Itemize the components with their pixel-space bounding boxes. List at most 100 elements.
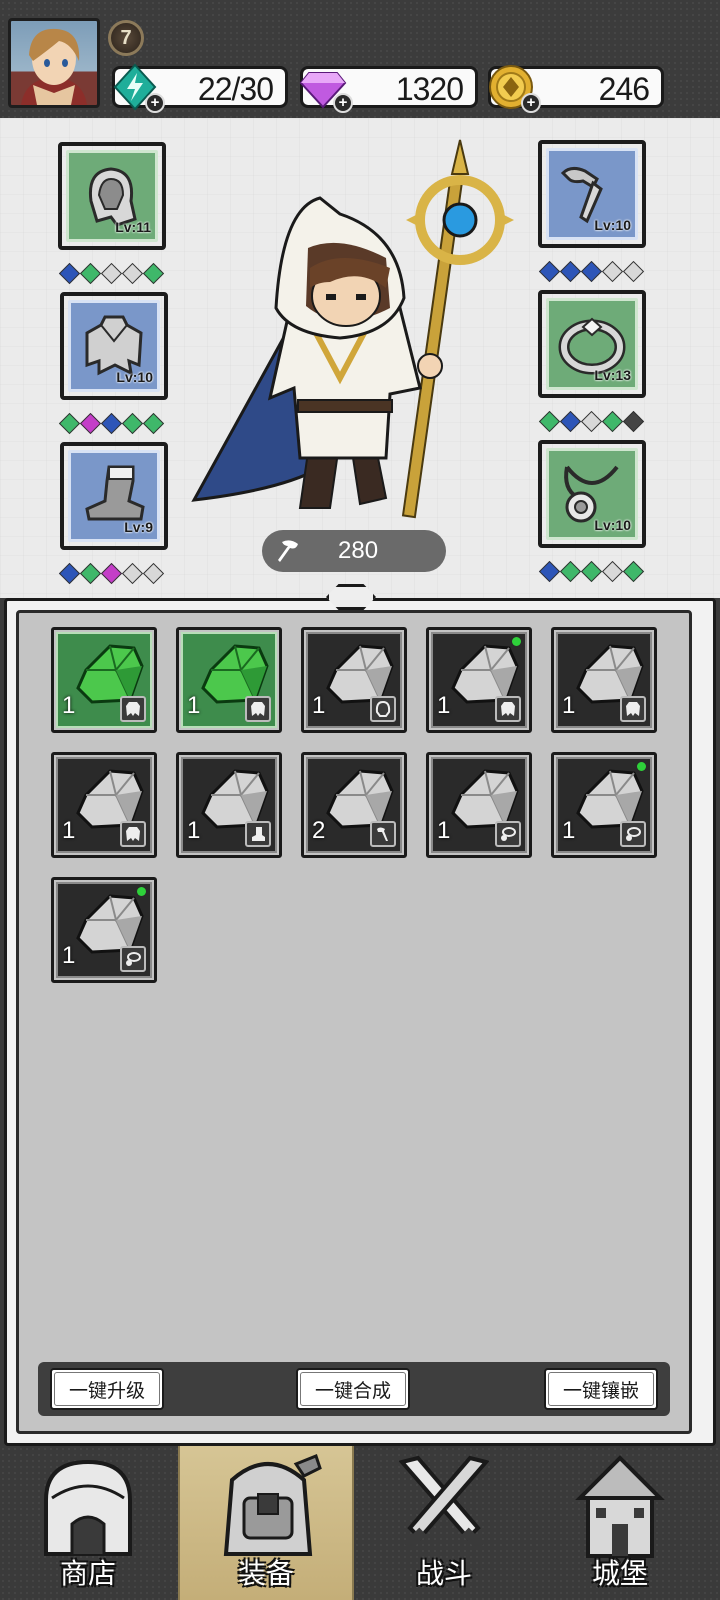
inventory-item[interactable]: 1 [551, 752, 657, 858]
energy-counter[interactable]: + 22/30 [112, 63, 288, 113]
item-count: 2 [312, 817, 326, 844]
tab-battle-label: 战斗 [415, 1557, 472, 1590]
gem-socket [58, 262, 81, 285]
hood-gem-sockets [58, 262, 165, 285]
cape-icon [245, 696, 271, 722]
inventory-item[interactable]: 1 [551, 627, 657, 733]
necklace-level: Lv:10 [594, 517, 631, 533]
item-count: 1 [562, 692, 576, 719]
gem-socket [79, 412, 102, 435]
boots-level: Lv:9 [124, 519, 153, 535]
new-item-indicator [637, 762, 646, 771]
cape-icon [620, 696, 646, 722]
necklace-icon [495, 821, 521, 847]
backpack-icon [223, 1454, 322, 1556]
cape-icon [120, 821, 146, 847]
item-count: 1 [187, 692, 201, 719]
inventory-item[interactable]: 1 [426, 752, 532, 858]
necklace-slot[interactable]: Lv:10 [538, 440, 646, 548]
cape-slot[interactable]: Lv:10 [60, 292, 168, 400]
item-count: 1 [62, 817, 76, 844]
necklace-icon [620, 821, 646, 847]
item-count: 1 [437, 692, 451, 719]
inventory-item[interactable]: 1 [426, 627, 532, 733]
item-count: 1 [62, 692, 76, 719]
cape-level: Lv:10 [116, 369, 153, 385]
gold-add-button[interactable]: + [521, 93, 541, 113]
inventory-item[interactable]: 1 [176, 627, 282, 733]
gem-socket [559, 410, 582, 433]
gem-socket [601, 560, 624, 583]
gem-socket [580, 560, 603, 583]
boots-gem-sockets [58, 562, 165, 585]
gem-socket [142, 262, 165, 285]
gem-socket [538, 410, 561, 433]
energy-value: 22/30 [197, 71, 274, 107]
gem-socket [622, 410, 645, 433]
gem-socket [121, 412, 144, 435]
inventory-item[interactable]: 2 [301, 752, 407, 858]
ring-slot[interactable]: Lv:13 [538, 290, 646, 398]
ring-level: Lv:13 [594, 367, 631, 383]
crossed-swords-icon [398, 1455, 490, 1551]
cape-icon [495, 696, 521, 722]
inventory-grid: 1 1 1 1 1 1 1 2 1 1 1 [16, 610, 692, 1434]
inventory-item[interactable]: 1 [176, 752, 282, 858]
tab-battle[interactable]: 战斗 [356, 1446, 532, 1600]
player-avatar[interactable] [8, 18, 100, 108]
tab-shop[interactable]: 商店 [0, 1446, 176, 1600]
staff-level: Lv:10 [594, 217, 631, 233]
gem-socket [601, 410, 624, 433]
gem-socket [622, 560, 645, 583]
gem-socket [601, 260, 624, 283]
gem-socket [79, 562, 102, 585]
tab-castle[interactable]: 城堡 [532, 1446, 708, 1600]
staff-slot[interactable]: Lv:10 [538, 140, 646, 248]
gem-socket [580, 410, 603, 433]
tab-equipment[interactable]: 装备 [178, 1446, 354, 1600]
gem-socket [79, 262, 102, 285]
gem-value: 1320 [395, 71, 464, 107]
hood-icon [370, 696, 396, 722]
tab-equipment-label: 装备 [237, 1557, 294, 1590]
gem-add-button[interactable]: + [333, 93, 353, 113]
cape-icon [120, 696, 146, 722]
gem-socket [100, 412, 123, 435]
attack-power-icon [278, 540, 298, 562]
item-count: 1 [437, 817, 451, 844]
cape-gem-sockets [58, 412, 165, 435]
gem-socket [100, 562, 123, 585]
gem-counter[interactable]: + 1320 [299, 66, 478, 113]
inventory-item[interactable]: 1 [301, 627, 407, 733]
player-level-badge: 7 [108, 20, 144, 56]
gold-counter[interactable]: + 246 [488, 65, 664, 113]
hero-equipment-panel: Lv:11 Lv:10 Lv:9 Lv:10 Lv:13 Lv:10 280 [0, 118, 720, 598]
socket-all-button[interactable]: 一键镶嵌 [544, 1368, 658, 1410]
tab-shop-label: 商店 [59, 1557, 116, 1590]
gem-socket [559, 260, 582, 283]
merge-all-button[interactable]: 一键合成 [296, 1368, 410, 1410]
gem-socket [559, 560, 582, 583]
gem-socket [121, 562, 144, 585]
gem-socket [538, 260, 561, 283]
gem-socket [142, 562, 165, 585]
item-count: 1 [562, 817, 576, 844]
upgrade-all-button[interactable]: 一键升级 [50, 1368, 164, 1410]
wizard-character-illustration [191, 139, 514, 519]
item-count: 1 [187, 817, 201, 844]
staff-icon [370, 821, 396, 847]
inventory-item[interactable]: 1 [51, 752, 157, 858]
energy-add-button[interactable]: + [145, 93, 165, 113]
inventory-item[interactable]: 1 [51, 877, 157, 983]
gem-socket [100, 262, 123, 285]
top-bar: 7 + 22/30 + 1320 + 246 [0, 0, 720, 118]
inventory-item[interactable]: 1 [51, 627, 157, 733]
gem-socket [580, 260, 603, 283]
new-item-indicator [137, 887, 146, 896]
boots-slot[interactable]: Lv:9 [60, 442, 168, 550]
gem-socket [58, 412, 81, 435]
shop-icon [44, 1459, 132, 1556]
hood-slot[interactable]: Lv:11 [58, 142, 166, 250]
attack-power-value: 280 [338, 537, 379, 564]
hero-portrait-icon [21, 28, 87, 105]
